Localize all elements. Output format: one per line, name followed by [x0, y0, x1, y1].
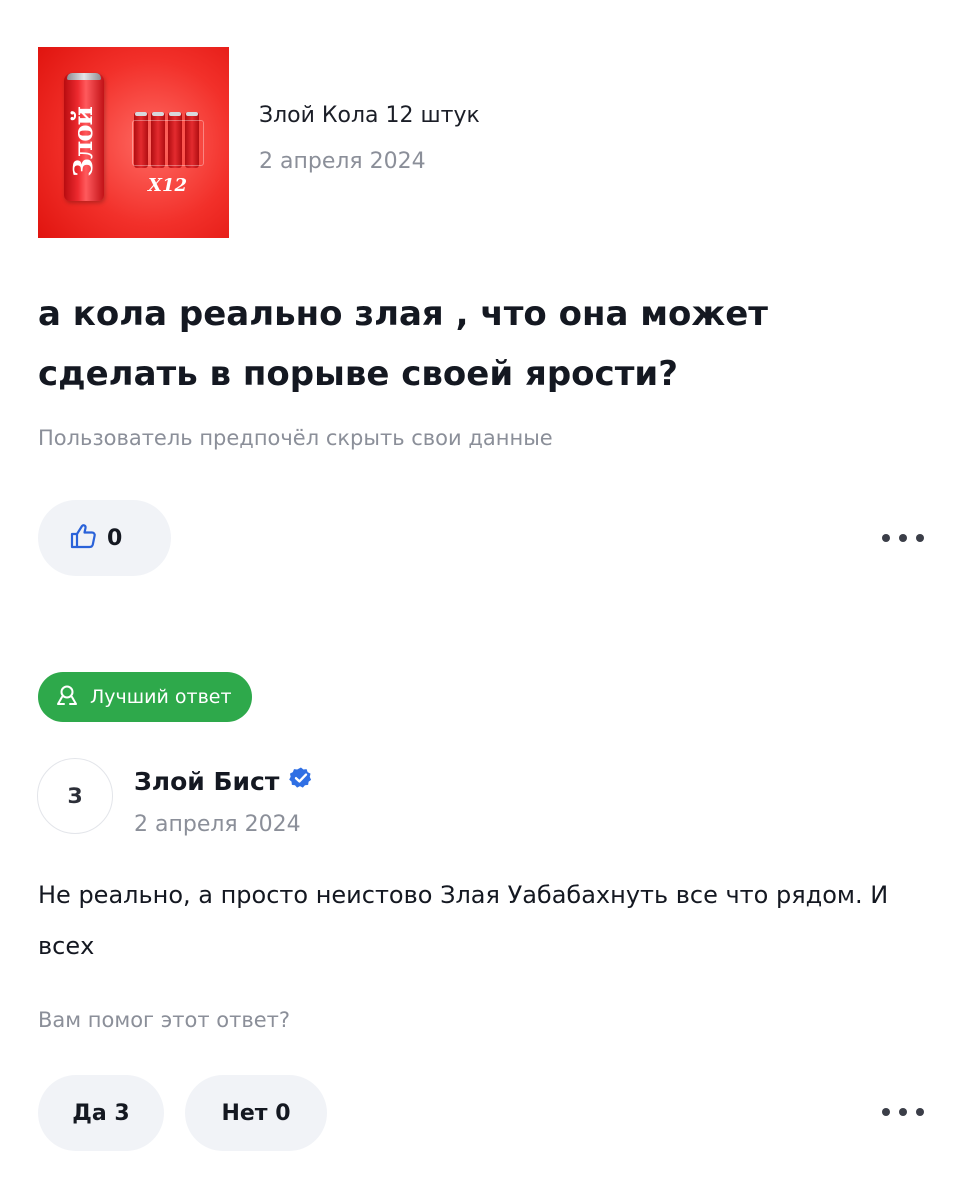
can-brand-text: Злой — [69, 107, 99, 177]
answer-date: 2 апреля 2024 — [134, 812, 301, 837]
best-answer-badge: Лучший ответ — [38, 672, 252, 722]
cola-can: Злой — [64, 73, 104, 201]
product-title[interactable]: Злой Кола 12 штук — [259, 103, 480, 128]
question-page: Злой X12 Злой Кола 12 штук 2 апреля 2024… — [0, 0, 979, 1200]
answer-author[interactable]: Злой Бист — [134, 766, 313, 796]
question-text: а кола реально злая , что она может сдел… — [38, 294, 768, 394]
like-count: 0 — [107, 525, 123, 551]
product-date: 2 апреля 2024 — [259, 149, 426, 174]
answer-author-name[interactable]: Злой Бист — [134, 767, 279, 796]
avatar[interactable]: З — [37, 758, 113, 834]
asker-info: Пользователь предпочёл скрыть свои данны… — [38, 426, 553, 450]
helpful-question: Вам помог этот ответ? — [38, 1008, 291, 1032]
like-button[interactable]: 0 — [38, 500, 171, 576]
answer-more-button[interactable] — [882, 1102, 924, 1122]
pack-label: X12 — [148, 175, 188, 196]
vote-yes-button[interactable]: Да 3 — [38, 1075, 164, 1151]
award-ribbon-icon — [56, 684, 78, 711]
cola-pack — [132, 112, 204, 168]
thumbs-up-icon — [69, 522, 97, 554]
product-image[interactable]: Злой X12 — [38, 47, 229, 238]
verified-check-icon — [289, 766, 313, 796]
vote-no-button[interactable]: Нет 0 — [185, 1075, 327, 1151]
question-more-button[interactable] — [882, 528, 924, 548]
best-answer-label: Лучший ответ — [90, 686, 232, 708]
answer-text: Не реально, а просто неистово Злая Уабаб… — [38, 881, 889, 960]
